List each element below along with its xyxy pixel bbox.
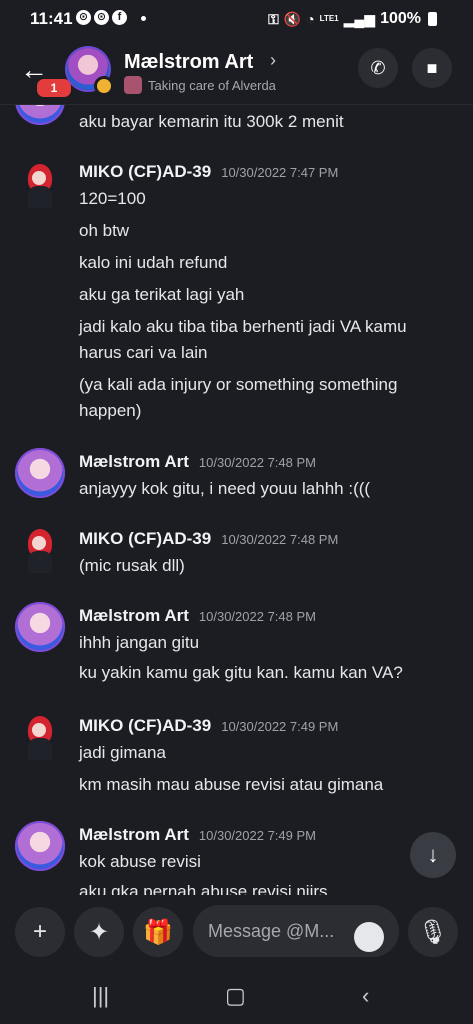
video-call-button[interactable]: ■ <box>412 48 452 88</box>
avatar[interactable] <box>15 602 65 652</box>
timestamp: 10/30/2022 7:49 PM <box>221 719 339 734</box>
voice-message-button[interactable]: 🎙 <box>408 907 458 957</box>
message-text: km masih mau abuse revisi atau gimana <box>79 775 384 794</box>
chevron-right-icon[interactable]: › <box>270 50 276 71</box>
timestamp: 10/30/2022 7:48 PM <box>198 609 316 624</box>
author-name[interactable]: Mælstrom Art <box>79 452 189 472</box>
call-button[interactable]: ✆ <box>358 48 398 88</box>
author-name[interactable]: Mælstrom Art <box>79 825 189 845</box>
more-notifications-dot <box>141 16 146 21</box>
notification-icon: ⊙ <box>76 10 91 25</box>
add-attachment-button[interactable]: + <box>15 907 65 957</box>
battery-icon <box>428 12 437 26</box>
message-text: aku gka pernah abuse revisi njirs <box>79 882 328 895</box>
message-header: Mælstrom Art 10/30/2022 7:48 PM <box>79 606 316 626</box>
timestamp: 10/30/2022 7:49 PM <box>198 828 316 843</box>
message-header: Mælstrom Art 10/30/2022 7:49 PM <box>79 825 316 845</box>
network-label: LTE1 <box>319 14 339 23</box>
apps-icon: ✦ <box>88 918 110 946</box>
timestamp: 10/30/2022 7:48 PM <box>221 532 339 547</box>
author-name[interactable]: MIKO (CF)AD-39 <box>79 716 211 736</box>
timestamp: 10/30/2022 7:47 PM <box>221 165 339 180</box>
message-list[interactable]: aku bayar kemarin itu 300k 2 menit MIKO … <box>0 105 473 895</box>
message-header: Mælstrom Art 10/30/2022 7:48 PM <box>79 452 316 472</box>
notification-icons: ⊙ ⊙ f <box>76 10 127 25</box>
message-header: MIKO (CF)AD-39 10/30/2022 7:49 PM <box>79 716 338 736</box>
battery-level: 100% <box>380 10 421 27</box>
status-bar: 11:41 ⊙ ⊙ f ⚿ 🔇 ◔ LTE1 ▂▄▆ 100% <box>0 0 473 36</box>
custom-status: Taking care of Alverda <box>124 76 276 94</box>
message-text: aku bayar kemarin itu 300k 2 menit <box>79 112 344 131</box>
status-emoji-icon <box>124 76 142 94</box>
phone-icon: ✆ <box>370 57 386 78</box>
message-text: 120=100 <box>79 189 146 208</box>
avatar[interactable] <box>15 821 65 871</box>
recent-apps-icon[interactable]: ||| <box>92 983 109 1009</box>
status-idle-icon <box>94 76 114 96</box>
author-name[interactable]: Mælstrom Art <box>79 606 189 626</box>
avatar[interactable] <box>15 160 65 210</box>
page-title[interactable]: Mælstrom Art <box>124 51 253 74</box>
gift-button[interactable]: 🎁 <box>133 907 183 957</box>
wifi-icon: ◔ <box>306 11 315 27</box>
notification-icon: f <box>112 10 127 25</box>
message-composer: + ✦ 🎁 Message @M... 🎙 <box>0 895 473 967</box>
subtitle: Taking care of Alverda <box>148 77 276 93</box>
plus-icon: + <box>32 918 47 945</box>
author-name[interactable]: MIKO (CF)AD-39 <box>79 529 211 549</box>
status-time: 11:41 <box>30 9 73 28</box>
signal-icon: ▂▄▆ <box>343 10 376 27</box>
mute-icon: 🔇 <box>283 10 302 27</box>
message-text: ihhh jangan gitu <box>79 633 200 652</box>
message-text: happen) <box>79 401 142 420</box>
message-text: (ya kali ada injury or something somethi… <box>79 375 398 394</box>
message-text: oh btw <box>79 221 130 240</box>
notification-icon: ⊙ <box>94 10 109 25</box>
system-nav-bar: ||| ▢ ‹ <box>0 967 473 1024</box>
message-text: ku yakin kamu gak gitu kan. kamu kan VA? <box>79 663 403 682</box>
avatar[interactable] <box>15 448 65 498</box>
unread-badge: 1 <box>34 76 74 100</box>
message-text: kok abuse revisi <box>79 852 201 871</box>
apps-button[interactable]: ✦ <box>74 907 124 957</box>
microphone-icon: 🎙 <box>417 918 449 946</box>
gift-icon: 🎁 <box>143 918 173 946</box>
video-camera-icon: ■ <box>426 57 438 78</box>
avatar[interactable] <box>15 712 65 762</box>
timestamp: 10/30/2022 7:48 PM <box>198 455 316 470</box>
system-back-icon[interactable]: ‹ <box>362 983 369 1009</box>
message-header: MIKO (CF)AD-39 10/30/2022 7:47 PM <box>79 162 338 182</box>
message-header: MIKO (CF)AD-39 10/30/2022 7:48 PM <box>79 529 338 549</box>
avatar[interactable] <box>15 105 65 125</box>
message-text: kalo ini udah refund <box>79 253 228 272</box>
author-name[interactable]: MIKO (CF)AD-39 <box>79 162 211 182</box>
message-text: jadi gimana <box>79 743 166 762</box>
chevron-down-icon: ↓ <box>427 842 439 867</box>
message-text: (mic rusak dll) <box>79 556 185 575</box>
avatar[interactable] <box>15 525 65 575</box>
jump-to-latest-button[interactable]: ↓ <box>410 832 456 878</box>
home-icon[interactable]: ▢ <box>225 983 246 1009</box>
message-text: jadi kalo aku tiba tiba berhenti jadi VA… <box>79 317 407 336</box>
status-right: ⚿ 🔇 ◔ LTE1 ▂▄▆ 100% <box>268 10 437 28</box>
chat-header: ← 1 Mælstrom Art › Taking care of Alverd… <box>0 36 473 105</box>
key-icon: ⚿ <box>268 10 279 27</box>
emoji-icon[interactable] <box>354 922 384 952</box>
message-text: harus cari va lain <box>79 343 208 362</box>
message-text: anjayyy kok gitu, i need youu lahhh :((( <box>79 479 371 498</box>
message-text: aku ga terikat lagi yah <box>79 285 245 304</box>
